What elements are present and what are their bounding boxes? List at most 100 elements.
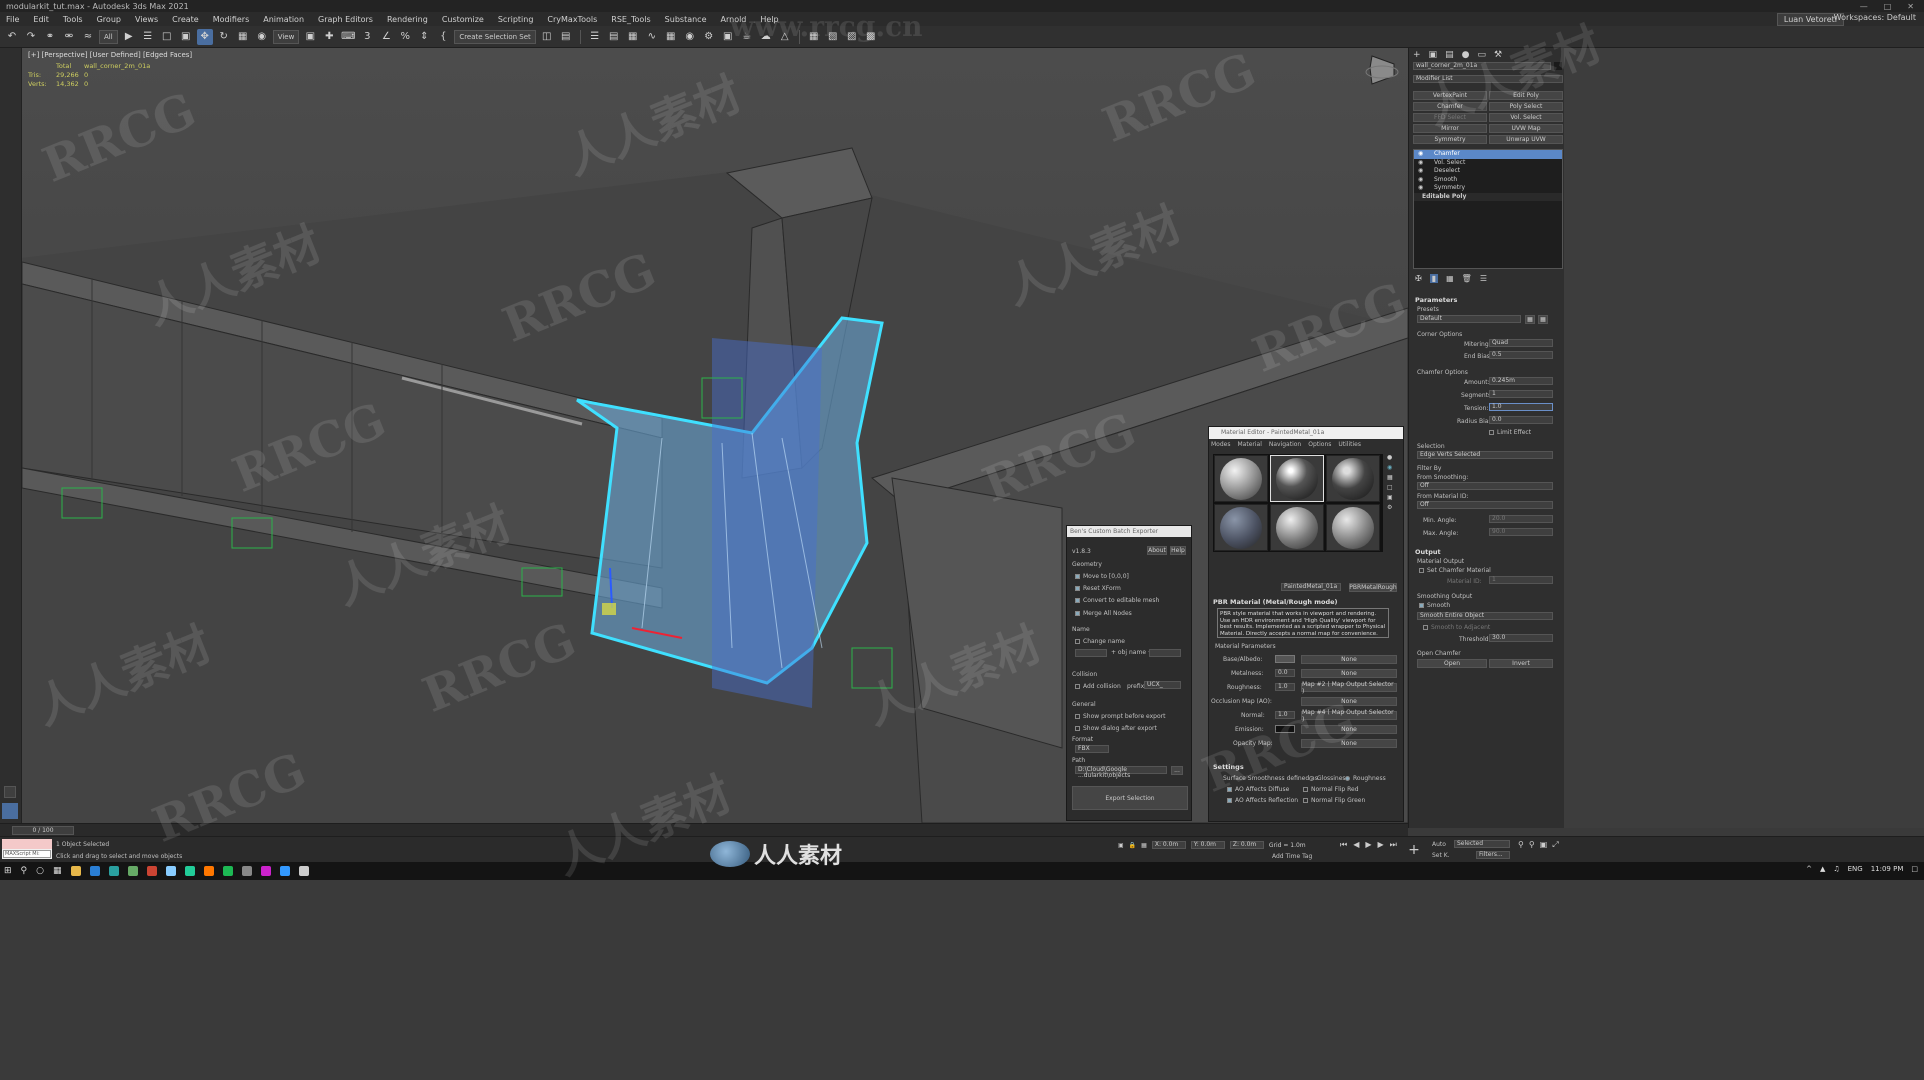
align-icon[interactable]: ▤ <box>558 29 574 45</box>
clock[interactable]: 11:09 PM <box>1871 865 1904 873</box>
time-slider[interactable]: 0 / 100 <box>0 823 1408 836</box>
script-tool-2-icon[interactable]: ▧ <box>825 29 841 45</box>
stack-item-editable-poly[interactable]: Editable Poly <box>1414 192 1562 201</box>
menu-item-animation[interactable]: Animation <box>263 15 304 24</box>
menu-item-graph-editors[interactable]: Graph Editors <box>318 15 373 24</box>
merge-nodes-checkbox[interactable]: Merge All Nodes <box>1075 610 1132 617</box>
material-name-field[interactable]: PaintedMetal_01a <box>1281 583 1341 591</box>
auto-key-button[interactable]: Auto <box>1432 841 1446 848</box>
delete-preset-icon[interactable]: ▦ <box>1538 315 1548 324</box>
select-object-icon[interactable]: ▶ <box>121 29 137 45</box>
reference-coordinate-dropdown[interactable]: View <box>272 29 300 44</box>
about-button[interactable]: About <box>1147 546 1167 555</box>
limit-effect-checkbox[interactable]: Limit Effect <box>1489 429 1531 436</box>
search-icon[interactable]: ⚲ <box>21 866 28 876</box>
object-name-field[interactable]: wall_corner_2m_01a <box>1413 62 1551 70</box>
menu-item-help[interactable]: Help <box>760 15 778 24</box>
script-tool-4-icon[interactable]: ▩ <box>863 29 879 45</box>
select-by-name-icon[interactable]: ☰ <box>140 29 156 45</box>
windows-start-icon[interactable]: ⊞ <box>4 866 12 876</box>
backlight-icon[interactable]: ◉ <box>1387 464 1399 471</box>
invert-button[interactable]: Invert <box>1489 659 1553 668</box>
scene-explorer-icon[interactable]: ☰ <box>587 29 603 45</box>
save-preset-icon[interactable]: ▦ <box>1525 315 1535 324</box>
sample-slot[interactable] <box>1326 455 1380 502</box>
menu-item-group[interactable]: Group <box>97 15 121 24</box>
utilities-tab-icon[interactable]: ⚒ <box>1494 50 1502 60</box>
export-path-dropdown[interactable]: D:\Cloud\Google ...dularkit\objects <box>1075 766 1167 779</box>
undo-icon[interactable]: ↶ <box>4 29 20 45</box>
menu-item-file[interactable]: File <box>6 15 19 24</box>
motion-tab-icon[interactable]: ● <box>1462 50 1470 60</box>
opacity-map-button[interactable]: None <box>1301 739 1397 748</box>
material-type-button[interactable]: PBRMetalRough <box>1349 583 1397 592</box>
material-id-spinner[interactable]: 1 <box>1489 576 1553 584</box>
flip-green-checkbox[interactable]: Normal Flip Green <box>1303 797 1365 804</box>
parameters-header[interactable]: Parameters <box>1415 296 1457 304</box>
normal-map-button[interactable]: Map #4 ( Map Output Selector ) <box>1301 709 1397 723</box>
app-icon[interactable] <box>279 866 290 876</box>
base-albedo-swatch[interactable] <box>1275 655 1295 663</box>
window-crossing-icon[interactable]: ▣ <box>178 29 194 45</box>
viewport-layout-icon[interactable] <box>2 803 18 819</box>
previous-frame-icon[interactable]: ◀ <box>1353 840 1359 850</box>
mated-menu-material[interactable]: Material <box>1237 441 1261 448</box>
ao-diffuse-checkbox[interactable]: AO Affects Diffuse <box>1227 786 1289 793</box>
export-selection-button[interactable]: Export Selection <box>1072 786 1188 810</box>
select-scale-icon[interactable]: ▦ <box>235 29 251 45</box>
modifier-list-dropdown[interactable]: Modifier List <box>1413 75 1563 83</box>
convert-mesh-checkbox[interactable]: Convert to editable mesh <box>1075 597 1159 604</box>
create-tab-icon[interactable]: + <box>1413 50 1421 60</box>
add-time-tag-button[interactable]: Add Time Tag <box>1272 853 1312 860</box>
render-production-icon[interactable]: ☕ <box>739 29 755 45</box>
frame-counter[interactable]: 0 / 100 <box>12 826 74 835</box>
ao-reflection-checkbox[interactable]: AO Affects Reflection <box>1227 797 1298 804</box>
sample-type-icon[interactable]: ● <box>1387 454 1399 461</box>
link-icon[interactable]: ⚭ <box>42 29 58 45</box>
select-manipulate-icon[interactable]: ✚ <box>321 29 337 45</box>
sample-slot[interactable] <box>1326 504 1380 551</box>
hierarchy-tab-icon[interactable]: ▤ <box>1445 50 1454 60</box>
pbr-rollout-header[interactable]: PBR Material (Metal/Rough mode) <box>1213 598 1338 606</box>
ribbon-icon[interactable]: ▦ <box>625 29 641 45</box>
menu-item-customize[interactable]: Customize <box>442 15 484 24</box>
menu-item-modifiers[interactable]: Modifiers <box>213 15 250 24</box>
cortana-icon[interactable]: ○ <box>36 866 44 876</box>
exporter-title[interactable]: Ben's Custom Batch Exporter <box>1067 526 1191 537</box>
menu-item-edit[interactable]: Edit <box>33 15 49 24</box>
network-icon[interactable]: ▲ <box>1820 865 1825 873</box>
eye-icon[interactable]: ◉ <box>1418 159 1423 166</box>
modifier-button-poly-select[interactable]: Poly Select <box>1489 102 1563 111</box>
radius-bias-spinner[interactable]: 0.0 <box>1489 416 1553 424</box>
next-frame-icon[interactable]: ▶ <box>1378 840 1384 850</box>
menu-item-rendering[interactable]: Rendering <box>387 15 428 24</box>
maximize-button[interactable]: □ <box>1884 2 1892 11</box>
mated-menu-options[interactable]: Options <box>1308 441 1331 448</box>
app-icon[interactable] <box>222 866 233 876</box>
modifier-button-vol-select[interactable]: Vol. Select <box>1489 113 1563 122</box>
y-coordinate-field[interactable]: Y: 0.0m <box>1190 841 1225 849</box>
modifier-button-unwrap-uvw[interactable]: Unwrap UVW <box>1489 135 1563 144</box>
go-to-start-icon[interactable]: ⏮ <box>1340 840 1347 850</box>
expand-icon[interactable] <box>4 786 16 798</box>
unlink-icon[interactable]: ⚮ <box>61 29 77 45</box>
file-explorer-icon[interactable] <box>70 866 81 876</box>
pivot-center-icon[interactable]: ▣ <box>302 29 318 45</box>
mated-menu-modes[interactable]: Modes <box>1211 441 1230 448</box>
background-icon[interactable]: ▦ <box>1387 474 1399 481</box>
modifier-button-vertexpaint[interactable]: VertexPaint <box>1413 91 1487 100</box>
absolute-mode-icon[interactable]: ▦ <box>1141 842 1147 849</box>
x-coordinate-field[interactable]: X: 0.0m <box>1151 841 1186 849</box>
material-editor-icon[interactable]: ◉ <box>682 29 698 45</box>
max-angle-spinner[interactable]: 90.0 <box>1489 528 1553 536</box>
show-end-result-icon[interactable]: ▮ <box>1429 274 1439 283</box>
percent-snap-icon[interactable]: % <box>397 29 413 45</box>
schematic-view-icon[interactable]: ▦ <box>663 29 679 45</box>
min-angle-spinner[interactable]: 20.0 <box>1489 515 1553 523</box>
show-dialog-checkbox[interactable]: Show dialog after export <box>1075 725 1157 732</box>
metalness-spinner[interactable]: 0.0 <box>1275 669 1295 677</box>
glossiness-radio[interactable]: Glossiness <box>1309 775 1349 782</box>
stack-item-vol-select[interactable]: ◉ Vol. Select <box>1414 159 1562 168</box>
spinner-snap-icon[interactable]: ⇕ <box>416 29 432 45</box>
roughness-spinner[interactable]: 1.0 <box>1275 683 1295 691</box>
